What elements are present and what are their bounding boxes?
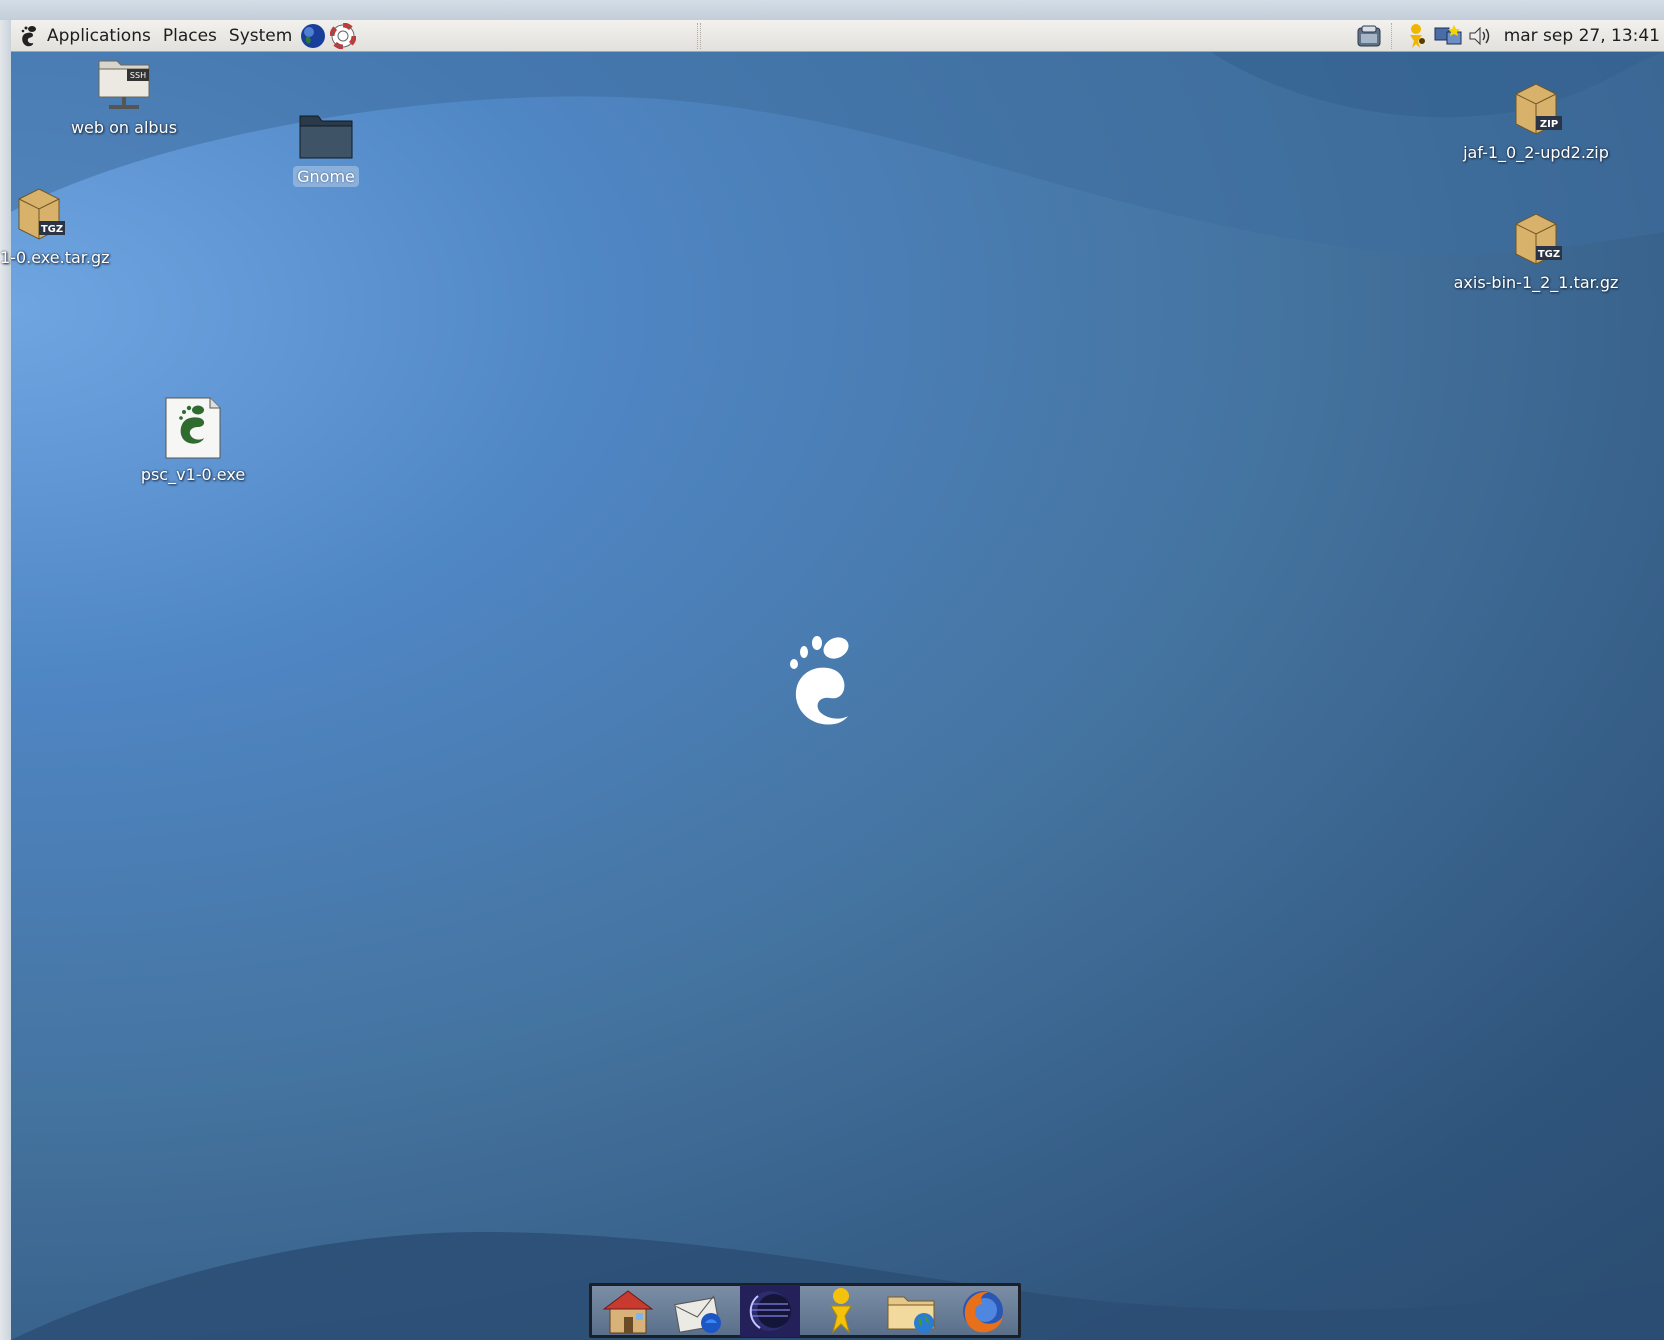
launcher-dock [589,1283,1021,1338]
desktop-icon-label: jaf-1_0_2-upd2.zip [1463,143,1609,162]
network-icon[interactable] [1434,22,1462,50]
menu-places[interactable]: Places [157,20,223,52]
clipboard-icon[interactable] [1355,22,1383,50]
svg-text:TGZ: TGZ [41,224,63,235]
tray-separator [1390,23,1394,49]
tgz-archive-icon: TGZ [18,188,65,240]
desktop-icon-axis-tar-gz[interactable]: TGZ axis-bin-1_2_1.tar.gz [1445,208,1627,293]
desktop-icon-label: Gnome [293,166,359,187]
web-browser-globe-icon[interactable] [298,21,328,51]
desktop-icon-label: 1-0.exe.tar.gz [0,248,110,267]
firefox-icon[interactable] [953,1285,1013,1337]
svg-text:SSH: SSH [130,71,146,80]
desktop-icon-psc-exe[interactable]: psc_v1-0.exe [133,396,253,485]
svg-text:TGZ: TGZ [1538,249,1560,260]
menu-system[interactable]: System [223,20,298,52]
ssh-folder-icon: SSH [98,60,150,109]
gnome-foot-icon[interactable] [17,24,41,48]
mail-icon[interactable] [669,1285,729,1337]
desktop-icon-label: psc_v1-0.exe [140,465,246,484]
gnome-logo [790,636,849,725]
desktop[interactable] [11,52,1664,1340]
desktop-icon-label: web on albus [70,118,178,137]
folder-icon [299,115,353,159]
zip-archive-icon: ZIP [1515,83,1562,135]
desktop-icon-label: axis-bin-1_2_1.tar.gz [1453,273,1619,292]
system-tray: mar sep 27, 13:41 [1353,20,1664,52]
menu-applications[interactable]: Applications [41,20,157,52]
desktop-icon-web-on-albus[interactable]: SSH web on albus [62,55,186,138]
volume-icon[interactable] [1466,22,1494,50]
desktop-icon-gnome-folder[interactable]: Gnome [286,108,366,187]
desktop-icon-jaf-zip[interactable]: ZIP jaf-1_0_2-upd2.zip [1450,78,1622,163]
svg-text:ZIP: ZIP [1540,119,1558,130]
screen-top-border [0,0,1664,20]
top-panel: Applications Places System mar sep 27, 1… [11,20,1664,52]
home-icon[interactable] [598,1285,658,1337]
panel-drag-handle[interactable] [697,23,701,49]
desktop-icon-tar-gz[interactable]: TGZ 1-0.exe.tar.gz [0,183,130,268]
gnome-foot-file-icon [165,397,221,459]
messenger-icon[interactable] [811,1285,871,1337]
tgz-archive-icon: TGZ [1515,213,1562,265]
help-lifebuoy-icon[interactable] [328,21,358,51]
messenger-status-icon[interactable] [1402,22,1430,50]
clock[interactable]: mar sep 27, 13:41 [1496,26,1664,46]
network-folder-icon[interactable] [882,1285,942,1337]
eclipse-icon[interactable] [739,1284,800,1337]
